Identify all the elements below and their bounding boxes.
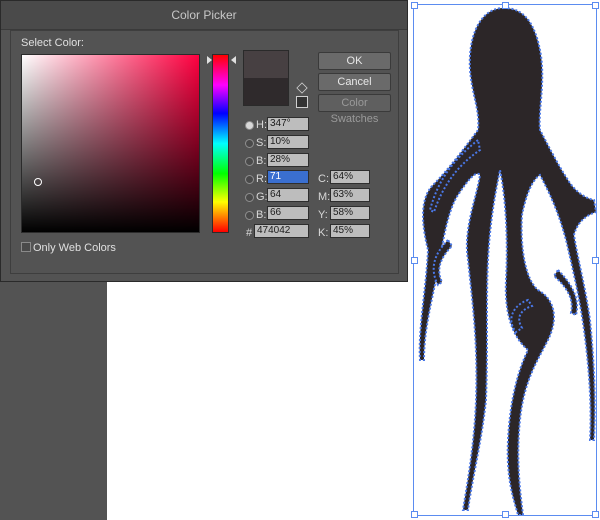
ok-button[interactable]: OK xyxy=(318,52,391,70)
resize-handle-bottom-left[interactable] xyxy=(411,511,418,518)
brightness-input[interactable]: 28% xyxy=(267,153,309,167)
hue-slider[interactable] xyxy=(212,54,229,233)
selection-bounding-box[interactable] xyxy=(411,2,599,518)
label-y: Y: xyxy=(318,209,328,221)
label-hex: # xyxy=(246,227,253,239)
resize-handle-right[interactable] xyxy=(592,257,599,264)
resize-handle-top[interactable] xyxy=(502,2,509,9)
resize-handle-top-right[interactable] xyxy=(592,2,599,9)
only-web-colors-label: Only Web Colors xyxy=(33,242,116,254)
hue-slider-right-arrow-icon[interactable] xyxy=(231,56,236,64)
yellow-input[interactable]: 58% xyxy=(330,206,370,220)
label-c: C: xyxy=(318,173,329,185)
red-input[interactable]: 71 xyxy=(267,170,309,184)
label-b: B: xyxy=(256,155,267,167)
hex-input[interactable]: 474042 xyxy=(254,224,309,238)
color-field-cursor[interactable] xyxy=(34,178,42,186)
resize-handle-bottom[interactable] xyxy=(502,511,509,518)
cancel-button[interactable]: Cancel xyxy=(318,73,391,91)
label-k: K: xyxy=(318,227,329,239)
artboard-area xyxy=(107,282,408,520)
black-input[interactable]: 45% xyxy=(330,224,370,238)
label-h: H: xyxy=(256,119,267,131)
radio-red[interactable] xyxy=(245,175,254,184)
select-color-label: Select Color: xyxy=(21,37,84,49)
radio-green[interactable] xyxy=(245,193,254,202)
only-web-colors-checkbox[interactable] xyxy=(21,242,31,252)
radio-brightness[interactable] xyxy=(245,157,254,166)
label-m: M: xyxy=(318,191,331,203)
cyan-input[interactable]: 64% xyxy=(330,170,370,184)
dialog-title: Color Picker xyxy=(1,1,407,30)
label-r: R: xyxy=(256,173,267,185)
label-blue: B: xyxy=(256,209,267,221)
original-color-swatch[interactable] xyxy=(243,78,289,106)
web-safe-swatch-icon[interactable] xyxy=(296,96,308,108)
color-swatches-button[interactable]: Color Swatches xyxy=(318,94,391,125)
resize-handle-left[interactable] xyxy=(411,257,418,264)
resize-handle-top-left[interactable] xyxy=(411,2,418,9)
radio-hue[interactable] xyxy=(245,121,254,130)
saturation-brightness-field[interactable] xyxy=(21,54,200,233)
new-color-swatch xyxy=(243,50,289,79)
saturation-input[interactable]: 10% xyxy=(267,135,309,149)
radio-saturation[interactable] xyxy=(245,139,254,148)
radio-blue[interactable] xyxy=(245,211,254,220)
label-g: G: xyxy=(256,191,268,203)
blue-input[interactable]: 66 xyxy=(267,206,309,220)
magenta-input[interactable]: 63% xyxy=(330,188,370,202)
hue-input[interactable]: 347° xyxy=(267,117,309,131)
resize-handle-bottom-right[interactable] xyxy=(592,511,599,518)
label-s: S: xyxy=(256,137,267,149)
green-input[interactable]: 64 xyxy=(267,188,309,202)
